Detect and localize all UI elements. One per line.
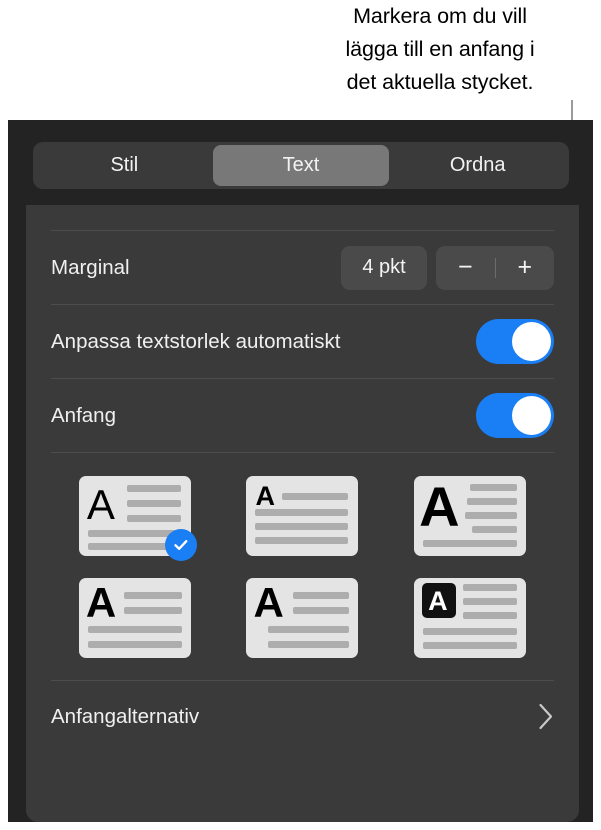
tab-bar: Stil Text Ordna [8, 120, 593, 205]
dropcap-style-3[interactable]: A [414, 476, 527, 556]
tab-text[interactable]: Text [212, 145, 390, 186]
callout-annotation: Markera om du vill lägga till en anfang … [300, 0, 580, 112]
autoshrink-label: Anpassa textstorlek automatiskt [51, 329, 341, 353]
clipped-row-above [51, 205, 554, 231]
autoshrink-toggle[interactable] [476, 319, 554, 364]
format-inspector-panel: Stil Text Ordna Marginal 4 pkt − + Anpas… [8, 120, 593, 822]
callout-line-3: det aktuella stycket. [346, 70, 534, 94]
segmented-control[interactable]: Stil Text Ordna [33, 142, 569, 189]
dropcap-glyph: A [419, 476, 460, 538]
callout-line-1: Markera om du vill [353, 4, 527, 28]
callout-line-2: lägga till en anfang i [345, 37, 535, 61]
selected-check-icon [164, 529, 197, 561]
dropcap-label: Anfang [51, 403, 116, 427]
margin-label: Marginal [51, 255, 130, 279]
dropcap-style-5[interactable]: A [246, 578, 359, 658]
row-dropcap: Anfang [51, 379, 554, 453]
dropcap-glyph: A [86, 481, 115, 528]
dropcap-style-1[interactable]: A [78, 476, 197, 561]
margin-stepper[interactable]: − + [436, 245, 555, 290]
dropcap-options-label: Anfangalternativ [51, 704, 200, 728]
toggle-knob [512, 322, 551, 361]
dropcap-style-grid: A A A A A A [51, 453, 554, 658]
tab-ordna[interactable]: Ordna [389, 145, 566, 186]
row-margin: Marginal 4 pkt − + [51, 231, 554, 305]
toggle-knob [512, 396, 551, 435]
dropcap-glyph: A [85, 579, 117, 626]
margin-decrement-button[interactable]: − [436, 246, 495, 290]
row-dropcap-options[interactable]: Anfangalternativ [51, 680, 554, 752]
margin-increment-button[interactable]: + [496, 246, 555, 290]
dropcap-glyph: A [255, 481, 275, 511]
text-settings-card: Marginal 4 pkt − + Anpassa textstorlek a… [26, 205, 579, 822]
margin-value-field[interactable]: 4 pkt [341, 245, 427, 290]
dropcap-glyph: A [428, 586, 448, 616]
dropcap-glyph: A [253, 579, 284, 626]
dropcap-toggle[interactable] [476, 393, 554, 438]
chevron-right-icon [538, 703, 554, 730]
dropcap-style-2[interactable]: A [246, 476, 359, 556]
dropcap-style-4[interactable]: A [78, 578, 191, 658]
row-autoshrink: Anpassa textstorlek automatiskt [51, 305, 554, 379]
dropcap-style-6[interactable]: A [414, 578, 527, 658]
tab-stil[interactable]: Stil [36, 145, 213, 186]
